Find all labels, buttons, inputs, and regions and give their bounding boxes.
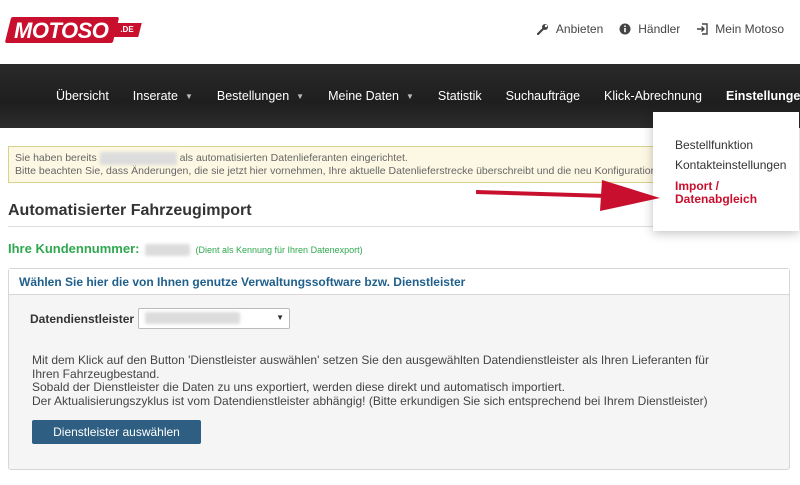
haendler-link[interactable]: Händler <box>619 22 680 36</box>
caret-down-icon: ▼ <box>276 313 285 322</box>
panel-heading: Wählen Sie hier die von Ihnen genutze Ve… <box>9 269 789 295</box>
nav-klick-abrechnung[interactable]: Klick-Abrechnung <box>592 89 714 103</box>
customer-number: Ihre Kundennummer: XXXXXX (Dient als Ken… <box>8 241 363 256</box>
settings-dropdown-menu: Bestellfunktion Kontakteinstellungen Imp… <box>653 112 799 231</box>
nav-statistik[interactable]: Statistik <box>426 89 494 103</box>
provider-field-row: Datendienstleister XXXXXXXXXXXXX ▼ <box>30 308 291 329</box>
redacted-customer-number: XXXXXX <box>145 244 190 256</box>
provider-description: Mit dem Klick auf den Button 'Dienstleis… <box>32 353 709 408</box>
menu-item-bestellfunktion[interactable]: Bestellfunktion <box>675 138 753 152</box>
menu-item-import-datenabgleich[interactable]: Import / Datenabgleich <box>675 180 757 206</box>
redacted-provider: XXXXXXXXXXX <box>99 152 177 165</box>
nav-bestellungen[interactable]: Bestellungen ▼ <box>205 89 316 103</box>
login-icon <box>696 23 708 35</box>
top-links: Anbieten Händler Mein Motoso <box>536 22 784 36</box>
nav-uebersicht[interactable]: Übersicht <box>56 89 121 103</box>
select-provider-button[interactable]: Dienstleister auswählen <box>32 420 201 444</box>
nav-inserate[interactable]: Inserate ▼ <box>121 89 205 103</box>
menu-item-kontakteinstellungen[interactable]: Kontakteinstellungen <box>675 158 786 172</box>
nav-suchauftraege[interactable]: Suchaufträge <box>494 89 592 103</box>
top-bar: MOTOSO .DE Anbieten Händler Mein Motoso <box>0 0 800 64</box>
provider-select[interactable]: XXXXXXXXXXXXX ▼ <box>138 308 291 329</box>
caret-down-icon: ▼ <box>296 91 305 101</box>
provider-panel: Wählen Sie hier die von Ihnen genutze Ve… <box>8 268 790 470</box>
info-icon <box>619 23 631 35</box>
caret-down-icon: ▼ <box>405 91 414 101</box>
mein-motoso-link[interactable]: Mein Motoso <box>696 22 784 36</box>
nav-meine-daten[interactable]: Meine Daten ▼ <box>316 89 426 103</box>
red-arrow-annotation <box>476 180 660 211</box>
nav-einstellungen[interactable]: Einstellungen▼ <box>714 89 800 103</box>
caret-down-icon: ▼ <box>184 91 193 101</box>
page-title: Automatisierter Fahrzeugimport <box>8 202 252 219</box>
wrench-icon <box>536 23 549 35</box>
motoso-logo[interactable]: MOTOSO .DE <box>4 17 142 47</box>
anbieten-link[interactable]: Anbieten <box>536 22 603 36</box>
redacted-selected-provider: XXXXXXXXXXXXX <box>145 312 241 324</box>
